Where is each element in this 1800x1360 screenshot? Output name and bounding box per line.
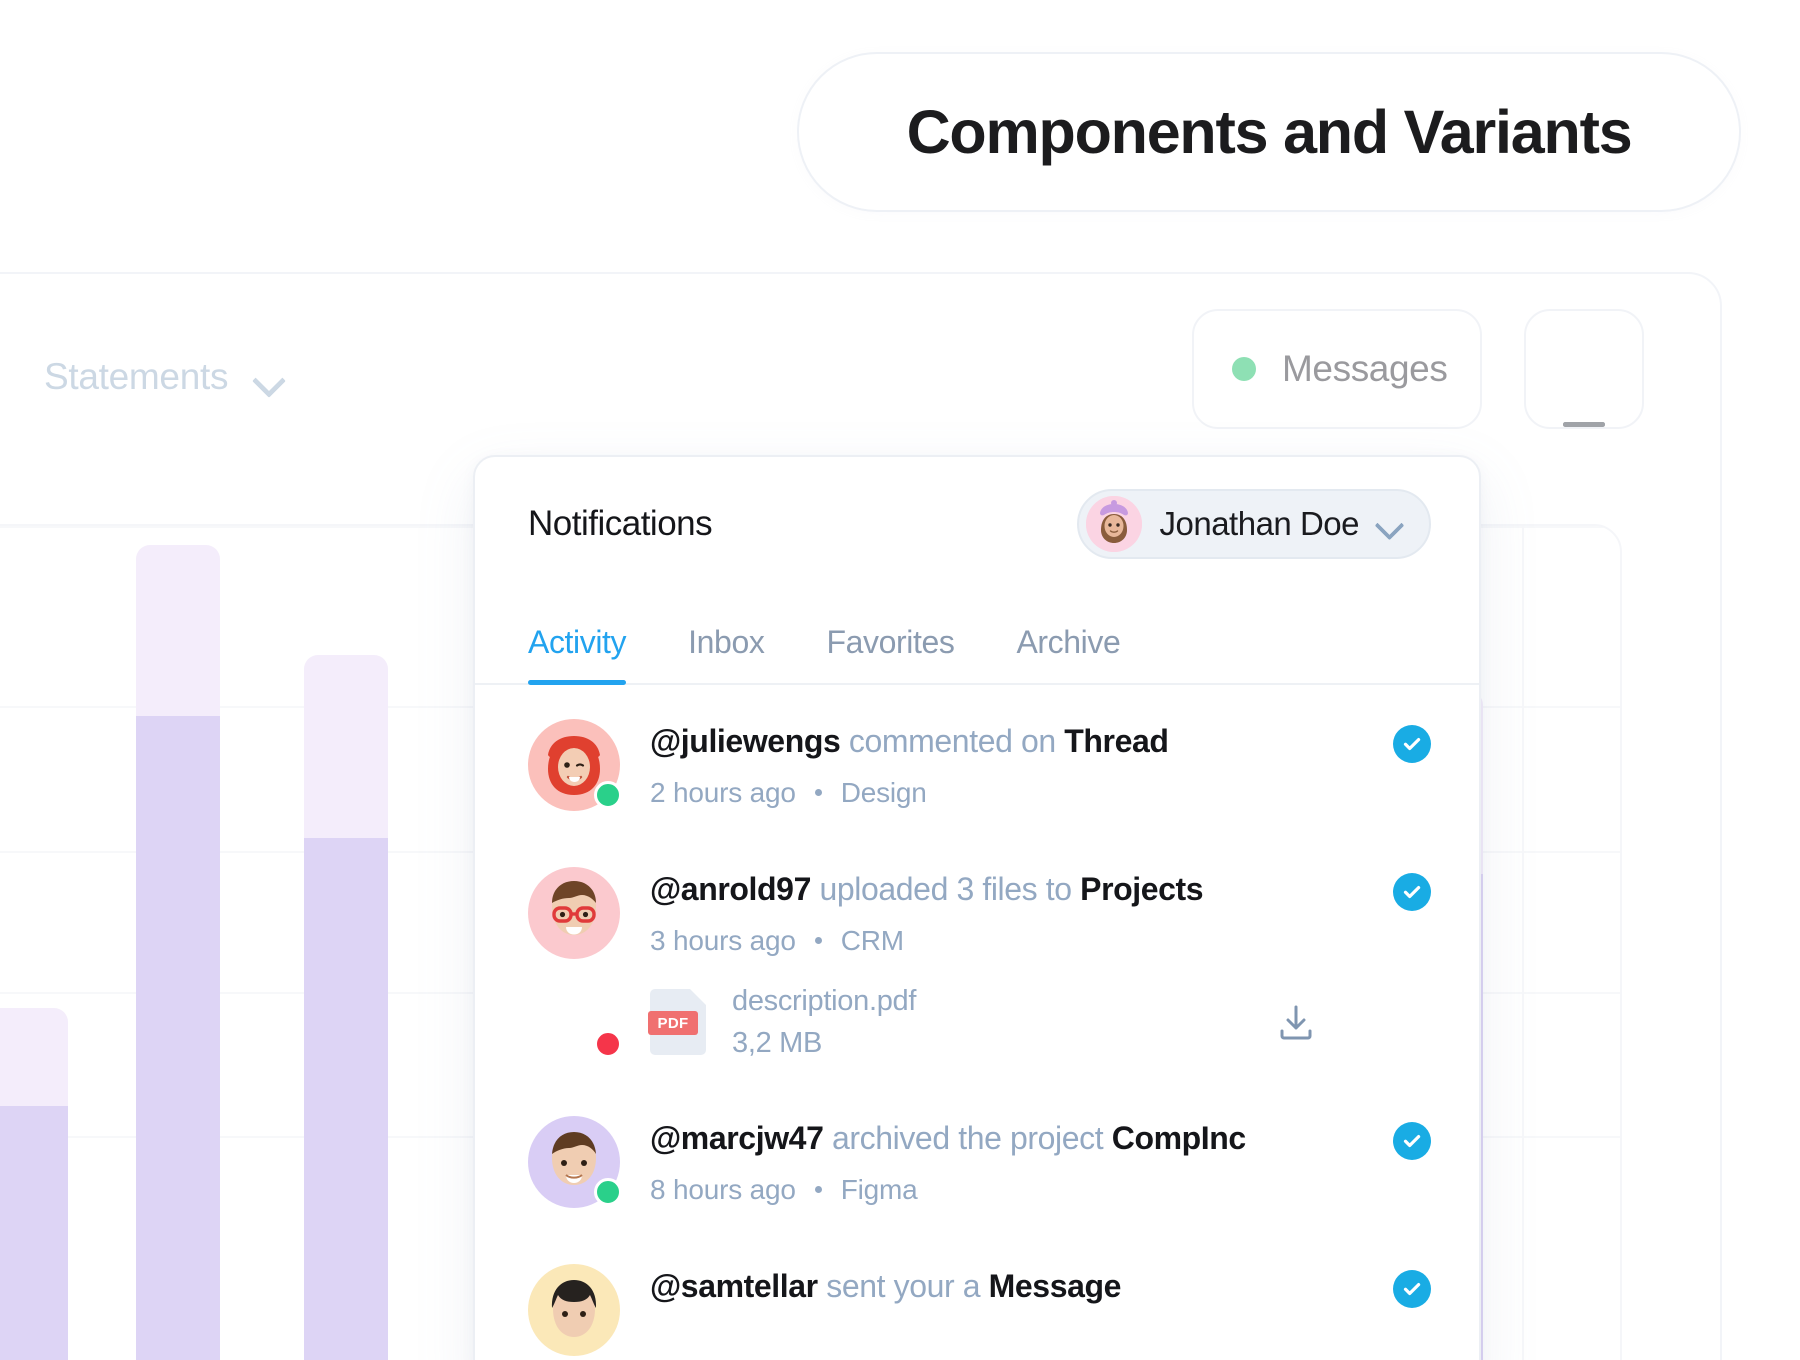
notification-row[interactable]: @samtellar sent your a Message <box>475 1230 1479 1360</box>
statements-dropdown[interactable]: Statements <box>44 356 284 398</box>
notification-text: @anrold97 uploaded 3 files to Projects <box>650 871 1204 907</box>
notification-context: CRM <box>840 924 904 956</box>
notification-username[interactable]: @juliewengs <box>650 723 841 759</box>
user-avatar <box>528 1263 620 1356</box>
notification-context: Design <box>840 776 927 808</box>
chart-bar <box>0 1008 68 1360</box>
chevron-down-icon <box>1377 516 1403 532</box>
notification-text: @juliewengs commented on Thread <box>650 723 1169 759</box>
meta-separator-dot-icon <box>814 1186 822 1194</box>
chart-bar-segment-base <box>304 837 388 1360</box>
notification-time: 8 hours ago <box>650 1173 796 1205</box>
user-avatar <box>528 867 620 959</box>
notification-username[interactable]: @anrold97 <box>650 871 811 907</box>
attachment[interactable]: PDF description.pdf 3,2 MB <box>648 985 1363 1060</box>
status-dot-online-icon <box>1232 357 1256 381</box>
chart-bar-segment-projected <box>304 654 388 838</box>
presence-online-icon <box>594 781 622 809</box>
tab-activity[interactable]: Activity <box>528 624 627 685</box>
app-root: Statements Messages Components and Varia… <box>0 0 1800 1360</box>
chart-bar-segment-projected <box>0 1008 68 1106</box>
notification-avatar <box>528 867 622 1060</box>
tab-archive[interactable]: Archive <box>1016 624 1120 683</box>
check-circle-icon[interactable] <box>1393 1121 1431 1160</box>
notification-avatar <box>528 1263 620 1356</box>
page-title: Components and Variants <box>906 98 1633 166</box>
notification-meta: 2 hours ago Design <box>650 777 1363 809</box>
notification-body: @juliewengs commented on Thread 2 hours a… <box>650 719 1363 811</box>
notification-target[interactable]: Thread <box>1064 723 1169 759</box>
user-name: Jonathan Doe <box>1159 505 1360 542</box>
tab-favorites[interactable]: Favorites <box>826 624 954 683</box>
meta-separator-dot-icon <box>814 937 822 945</box>
notification-avatar <box>528 1115 622 1208</box>
check-circle-icon[interactable] <box>1393 873 1431 911</box>
notification-body: @marcjw47 archived the project CompInc 8 … <box>650 1116 1363 1208</box>
chart-bar-segment-projected <box>136 544 220 716</box>
notification-context: Figma <box>840 1173 918 1205</box>
attachment-filename: description.pdf <box>732 984 917 1017</box>
notification-text: @marcjw47 archived the project CompInc <box>650 1119 1246 1156</box>
user-account-dropdown[interactable]: Jonathan Doe <box>1076 489 1431 559</box>
notifications-header: Notifications Jonathan Doe <box>475 457 1479 591</box>
notification-text: @samtellar sent your a Message <box>650 1267 1122 1304</box>
attachment-filesize: 3,2 MB <box>732 1026 823 1059</box>
notification-avatar <box>528 719 622 811</box>
notification-target[interactable]: Projects <box>1080 871 1203 907</box>
notification-username[interactable]: @marcjw47 <box>650 1120 824 1156</box>
notification-time: 2 hours ago <box>650 776 796 808</box>
notifications-list: @juliewengs commented on Thread 2 hours a… <box>475 685 1479 1360</box>
presence-online-icon <box>594 1177 622 1206</box>
notification-meta: 8 hours ago Figma <box>650 1174 1363 1206</box>
notification-body: @samtellar sent your a Message <box>650 1264 1363 1356</box>
notification-username[interactable]: @samtellar <box>650 1268 818 1304</box>
chart-bar <box>304 654 388 1360</box>
notification-body: @anrold97 uploaded 3 files to Projects 3 … <box>648 867 1363 1060</box>
presence-busy-icon <box>594 1029 622 1058</box>
chart-bar-segment-base <box>0 1106 68 1360</box>
notification-row[interactable]: @marcjw47 archived the project CompInc 8 … <box>475 1082 1479 1230</box>
check-circle-icon[interactable] <box>1393 725 1431 763</box>
download-icon[interactable] <box>1273 999 1319 1045</box>
dashboard-toolbar: Statements Messages <box>0 274 1720 464</box>
messages-label: Messages <box>1282 348 1448 389</box>
notifications-title: Notifications <box>528 504 713 543</box>
tab-inbox[interactable]: Inbox <box>688 624 765 683</box>
page-title-pill: Components and Variants <box>797 52 1741 212</box>
chevron-down-icon <box>254 369 284 386</box>
chart-bar <box>136 544 220 1360</box>
meta-separator-dot-icon <box>814 789 822 797</box>
notification-target[interactable]: CompInc <box>1112 1120 1246 1156</box>
user-avatar <box>1085 496 1142 552</box>
notifications-panel: Notifications Jonathan Doe Activity Inbo… <box>473 455 1481 1360</box>
notification-row[interactable]: @juliewengs commented on Thread 2 hours a… <box>475 685 1479 833</box>
pdf-file-icon: PDF <box>648 989 706 1056</box>
notification-row[interactable]: @anrold97 uploaded 3 files to Projects 3 … <box>475 833 1479 1082</box>
statements-label: Statements <box>44 356 229 397</box>
chart-bar-segment-base <box>136 715 220 1360</box>
attachment-meta: description.pdf 3,2 MB <box>732 985 916 1060</box>
messages-button[interactable]: Messages <box>1192 309 1482 429</box>
hamburger-menu-button[interactable] <box>1524 309 1644 429</box>
hamburger-menu-icon-bar3 <box>1563 422 1605 427</box>
check-circle-icon[interactable] <box>1393 1269 1431 1308</box>
notifications-tabs: Activity Inbox Favorites Archive <box>475 591 1479 685</box>
notification-meta: 3 hours ago CRM <box>650 925 1363 957</box>
notification-target[interactable]: Message <box>989 1268 1122 1304</box>
notification-time: 3 hours ago <box>650 924 796 956</box>
